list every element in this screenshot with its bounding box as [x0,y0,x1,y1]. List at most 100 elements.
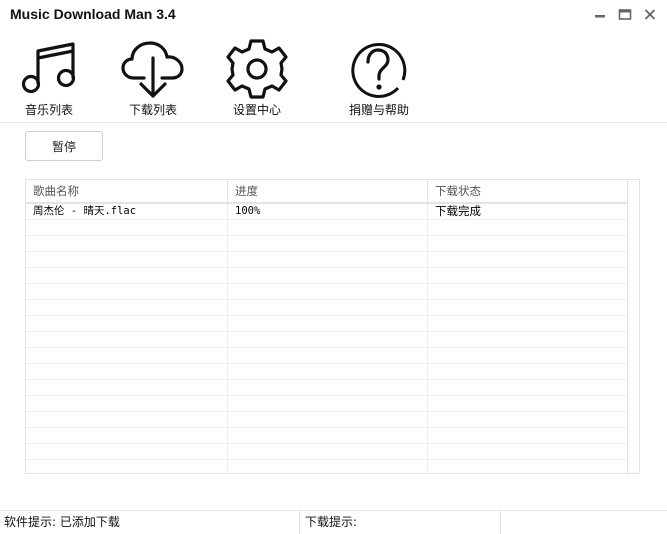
table-row[interactable] [26,316,628,332]
table-row[interactable] [26,444,628,460]
nav-settings-label: 设置中心 [232,103,281,117]
column-header-song-name[interactable]: 歌曲名称 [26,180,228,202]
song-name-cell [26,396,228,411]
song-name-cell [26,268,228,283]
progress-cell [228,444,428,459]
status-extra [502,511,667,534]
pause-button[interactable]: 暂停 [25,131,103,161]
table-row[interactable] [26,252,628,268]
progress-cell [228,396,428,411]
table-row[interactable] [26,412,628,428]
status-cell [428,396,628,411]
progress-cell [228,348,428,363]
status-cell [428,460,628,473]
toolbar-separator [0,122,667,123]
table-row[interactable] [26,284,628,300]
progress-cell [228,380,428,395]
status-cell [428,268,628,283]
table-row[interactable] [26,364,628,380]
progress-cell [228,364,428,379]
song-name-cell [26,364,228,379]
progress-cell [228,300,428,315]
table-header: 歌曲名称 进度 下载状态 [26,180,628,204]
progress-cell [228,412,428,427]
cloud-download-icon [121,41,184,98]
close-button[interactable] [642,6,658,22]
maximize-icon [618,9,632,20]
status-cell [428,316,628,331]
status-cell [428,332,628,347]
help-circle-icon [351,42,407,98]
song-name-cell [26,300,228,315]
status-cell [428,380,628,395]
table-body: 周杰伦 - 晴天.flac 100% 下载完成 [26,204,628,473]
table-row[interactable] [26,332,628,348]
maximize-button[interactable] [617,6,633,22]
download-hint: 下载提示: [301,511,501,534]
progress-cell [228,460,428,473]
song-name-cell [26,220,228,235]
download-table[interactable]: 歌曲名称 进度 下载状态 周杰伦 - 晴天.flac 100% 下载完成 [25,179,640,474]
progress-cell [228,236,428,251]
status-cell [428,252,628,267]
status-cell [428,348,628,363]
song-name-cell: 周杰伦 - 晴天.flac [26,204,228,219]
table-row[interactable] [26,428,628,444]
minimize-button[interactable] [592,6,608,22]
table-row[interactable]: 周杰伦 - 晴天.flac 100% 下载完成 [26,204,628,220]
table-scroll-column [627,180,639,473]
software-hint: 软件提示: 已添加下载 [0,511,300,534]
close-icon [644,9,656,20]
song-name-cell [26,460,228,473]
nav-download-list-label: 下载列表 [128,103,177,117]
progress-cell [228,252,428,267]
status-cell [428,284,628,299]
nav-settings[interactable]: 设置中心 [224,38,290,118]
gear-icon [226,39,288,99]
table-row[interactable] [26,236,628,252]
status-cell: 下载完成 [428,204,628,219]
status-cell [428,412,628,427]
song-name-cell [26,284,228,299]
status-bar: 软件提示: 已添加下载 下载提示: [0,510,667,534]
progress-cell [228,284,428,299]
table-row[interactable] [26,268,628,284]
table-row[interactable] [26,460,628,473]
table-row[interactable] [26,300,628,316]
minimize-icon [595,15,605,18]
progress-cell [228,316,428,331]
song-name-cell [26,332,228,347]
song-name-cell [26,412,228,427]
nav-donate-help[interactable]: 捐赠与帮助 [346,38,412,118]
status-cell [428,364,628,379]
status-cell [428,236,628,251]
song-name-cell [26,236,228,251]
song-name-cell [26,316,228,331]
nav-download-list[interactable]: 下载列表 [120,38,186,118]
nav-music-list[interactable]: 音乐列表 [18,38,80,118]
table-row[interactable] [26,380,628,396]
table-row[interactable] [26,220,628,236]
song-name-cell [26,444,228,459]
music-note-icon [21,42,76,94]
column-header-progress[interactable]: 进度 [228,180,428,202]
window-title: Music Download Man 3.4 [10,6,176,22]
song-name-cell [26,348,228,363]
song-name-cell [26,252,228,267]
nav-music-list-label: 音乐列表 [24,103,73,117]
table-row[interactable] [26,348,628,364]
table-row[interactable] [26,396,628,412]
status-cell [428,444,628,459]
song-name-cell [26,380,228,395]
status-cell [428,300,628,315]
progress-cell [228,220,428,235]
status-cell [428,428,628,443]
column-header-status[interactable]: 下载状态 [428,180,628,202]
progress-cell [228,268,428,283]
status-cell [428,220,628,235]
progress-cell [228,332,428,347]
song-name-cell [26,428,228,443]
progress-cell [228,428,428,443]
progress-cell: 100% [228,204,428,219]
nav-donate-help-label: 捐赠与帮助 [348,103,409,117]
